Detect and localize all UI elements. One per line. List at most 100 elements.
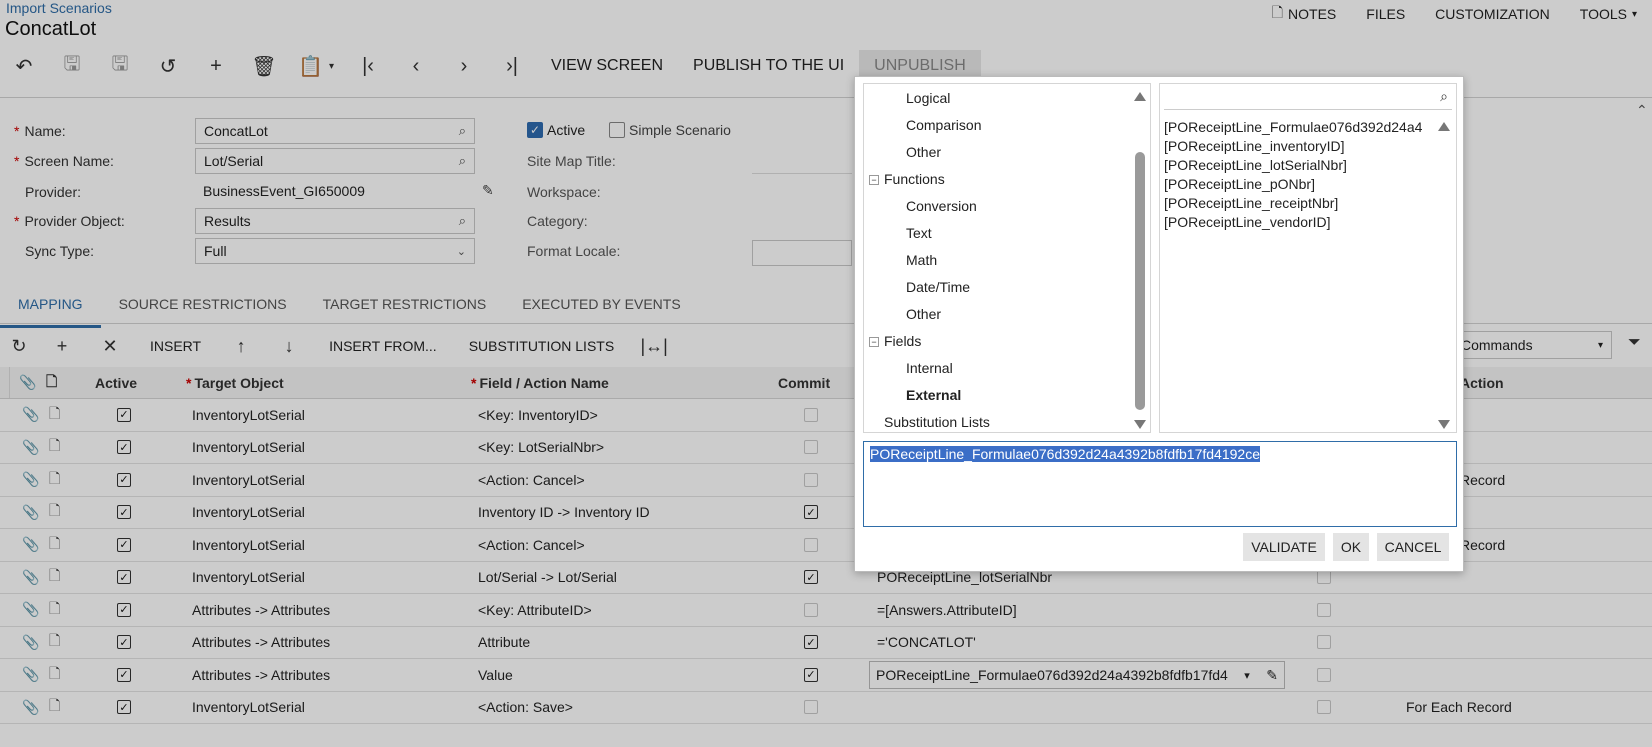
refresh-icon[interactable]: ↻: [0, 330, 38, 362]
commit-cell[interactable]: ✓: [804, 659, 818, 691]
table-row[interactable]: 📎 🗋 ✓ InventoryLotSerial <Action: Save> For E…: [0, 692, 1652, 724]
target-object-cell[interactable]: InventoryLotSerial: [192, 464, 305, 496]
tab-executed-by-events[interactable]: EXECUTED BY EVENTS: [504, 288, 698, 324]
collapse-toggle-icon[interactable]: −: [869, 175, 879, 185]
field-action-cell[interactable]: <Key: LotSerialNbr>: [478, 432, 604, 464]
save-close-icon[interactable]: 🖫: [48, 50, 96, 82]
next-record-icon[interactable]: ›: [440, 50, 488, 82]
note-icon[interactable]: 🗋: [49, 497, 60, 529]
tab-mapping[interactable]: MAPPING: [0, 288, 101, 328]
tree-scrollbar[interactable]: [1130, 84, 1150, 432]
edit-pencil-icon[interactable]: ✎: [482, 182, 494, 199]
ignore-cell[interactable]: [1317, 692, 1331, 724]
source-field-cell[interactable]: =[Answers.AttributeID]: [877, 594, 1017, 626]
attachment-icon[interactable]: 📎: [22, 562, 39, 594]
field-action-cell[interactable]: <Key: InventoryID>: [478, 399, 598, 431]
action-cell[interactable]: For Each Record: [1406, 692, 1512, 724]
attachment-icon[interactable]: 📎: [22, 399, 39, 431]
collapse-icon[interactable]: ⌃: [1636, 102, 1648, 119]
target-object-cell[interactable]: Attributes -> Attributes: [192, 627, 330, 659]
scroll-up-icon[interactable]: [1438, 122, 1450, 131]
move-up-icon[interactable]: ↑: [217, 330, 265, 362]
first-record-icon[interactable]: |‹: [344, 50, 392, 82]
delete-icon[interactable]: 🗑: [240, 50, 288, 82]
commit-cell[interactable]: ✓: [804, 627, 818, 659]
active-cell[interactable]: ✓: [117, 529, 131, 561]
commit-cell[interactable]: [804, 692, 818, 724]
action-cell[interactable]: Record: [1460, 464, 1505, 496]
insert-from-button[interactable]: INSERT FROM...: [313, 338, 453, 354]
field-action-cell[interactable]: <Action: Save>: [478, 692, 573, 724]
commit-cell[interactable]: ✓: [804, 497, 818, 529]
note-icon[interactable]: 🗋: [49, 399, 60, 431]
tree-node[interactable]: Other: [906, 306, 941, 322]
field-search-input[interactable]: ⌕: [1164, 86, 1452, 110]
simple-scenario-checkbox[interactable]: Simple Scenario: [609, 122, 731, 138]
note-icon[interactable]: 🗋: [49, 594, 60, 626]
commit-cell[interactable]: [804, 529, 818, 561]
collapse-toggle-icon[interactable]: −: [869, 337, 879, 347]
tree-node[interactable]: Conversion: [906, 198, 977, 214]
target-object-cell[interactable]: InventoryLotSerial: [192, 692, 305, 724]
table-row[interactable]: 📎 🗋 ✓ Attributes -> Attributes Value ✓ PORecei…: [0, 659, 1652, 692]
active-cell[interactable]: ✓: [117, 399, 131, 431]
view-screen-button[interactable]: VIEW SCREEN: [536, 50, 678, 82]
tree-node[interactable]: Other: [906, 144, 941, 160]
commands-select[interactable]: Commands ▾: [1440, 331, 1612, 359]
field-list-item[interactable]: [POReceiptLine_vendorID]: [1164, 213, 1436, 232]
field-action-cell[interactable]: Attribute: [478, 627, 530, 659]
insert-button[interactable]: INSERT: [134, 338, 217, 354]
commit-cell[interactable]: [804, 464, 818, 496]
field-action-cell[interactable]: <Action: Cancel>: [478, 464, 585, 496]
tree-node[interactable]: Comparison: [906, 117, 981, 133]
provider-object-field[interactable]: Results ⌕: [195, 208, 475, 234]
tree-node[interactable]: Internal: [906, 360, 953, 376]
target-object-cell[interactable]: Attributes -> Attributes: [192, 594, 330, 626]
note-icon[interactable]: 🗋: [49, 627, 60, 659]
note-icon[interactable]: 🗋: [49, 464, 60, 496]
active-cell[interactable]: ✓: [117, 627, 131, 659]
attachment-icon[interactable]: 📎: [22, 594, 39, 626]
attachment-icon[interactable]: 📎: [22, 464, 39, 496]
tree-node[interactable]: Fields: [884, 333, 921, 349]
table-row[interactable]: 📎 🗋 ✓ Attributes -> Attributes <Key: Attribu…: [0, 594, 1652, 627]
prev-record-icon[interactable]: ‹: [392, 50, 440, 82]
active-cell[interactable]: ✓: [117, 659, 131, 691]
notes-button[interactable]: 🗋 NOTES: [1257, 2, 1352, 26]
commit-cell[interactable]: [804, 432, 818, 464]
tree-node[interactable]: Substitution Lists: [884, 414, 990, 430]
active-checkbox[interactable]: ✓ Active: [527, 122, 585, 138]
field-list-item[interactable]: [POReceiptLine_inventoryID]: [1164, 137, 1436, 156]
tab-target-restrictions[interactable]: TARGET RESTRICTIONS: [305, 288, 505, 324]
commit-cell[interactable]: ✓: [804, 562, 818, 594]
field-list-item[interactable]: [POReceiptLine_lotSerialNbr]: [1164, 156, 1436, 175]
active-cell[interactable]: ✓: [117, 594, 131, 626]
field-action-cell[interactable]: Inventory ID -> Inventory ID: [478, 497, 650, 529]
target-object-cell[interactable]: InventoryLotSerial: [192, 562, 305, 594]
active-cell[interactable]: ✓: [117, 432, 131, 464]
note-icon[interactable]: 🗋: [49, 692, 60, 724]
commit-cell[interactable]: [804, 594, 818, 626]
undo-icon[interactable]: ↺: [144, 50, 192, 82]
field-action-cell[interactable]: <Key: AttributeID>: [478, 594, 592, 626]
ignore-cell[interactable]: [1317, 627, 1331, 659]
screen-name-field[interactable]: Lot/Serial ⌕: [195, 148, 475, 174]
active-cell[interactable]: ✓: [117, 464, 131, 496]
field-action-cell[interactable]: Value: [478, 659, 513, 691]
filter-icon[interactable]: ⏷: [1628, 334, 1641, 352]
validate-button[interactable]: VALIDATE: [1243, 533, 1325, 561]
save-icon[interactable]: 🖫: [96, 50, 144, 82]
add-icon[interactable]: +: [192, 50, 240, 82]
col-commit[interactable]: Commit: [778, 367, 830, 398]
note-icon[interactable]: 🗋: [49, 562, 60, 594]
tree-node[interactable]: Math: [906, 252, 937, 268]
target-object-cell[interactable]: InventoryLotSerial: [192, 529, 305, 561]
sync-type-select[interactable]: Full ⌄: [195, 238, 475, 264]
source-field-cell[interactable]: ='CONCATLOT': [877, 627, 976, 659]
files-button[interactable]: FILES: [1351, 2, 1420, 26]
col-active[interactable]: Active: [95, 367, 137, 398]
formula-textarea[interactable]: POReceiptLine_Formulae076d392d24a4392b8f…: [863, 441, 1457, 527]
attachment-icon[interactable]: 📎: [22, 529, 39, 561]
format-locale-field[interactable]: [752, 240, 852, 266]
tree-node[interactable]: External: [906, 387, 961, 403]
